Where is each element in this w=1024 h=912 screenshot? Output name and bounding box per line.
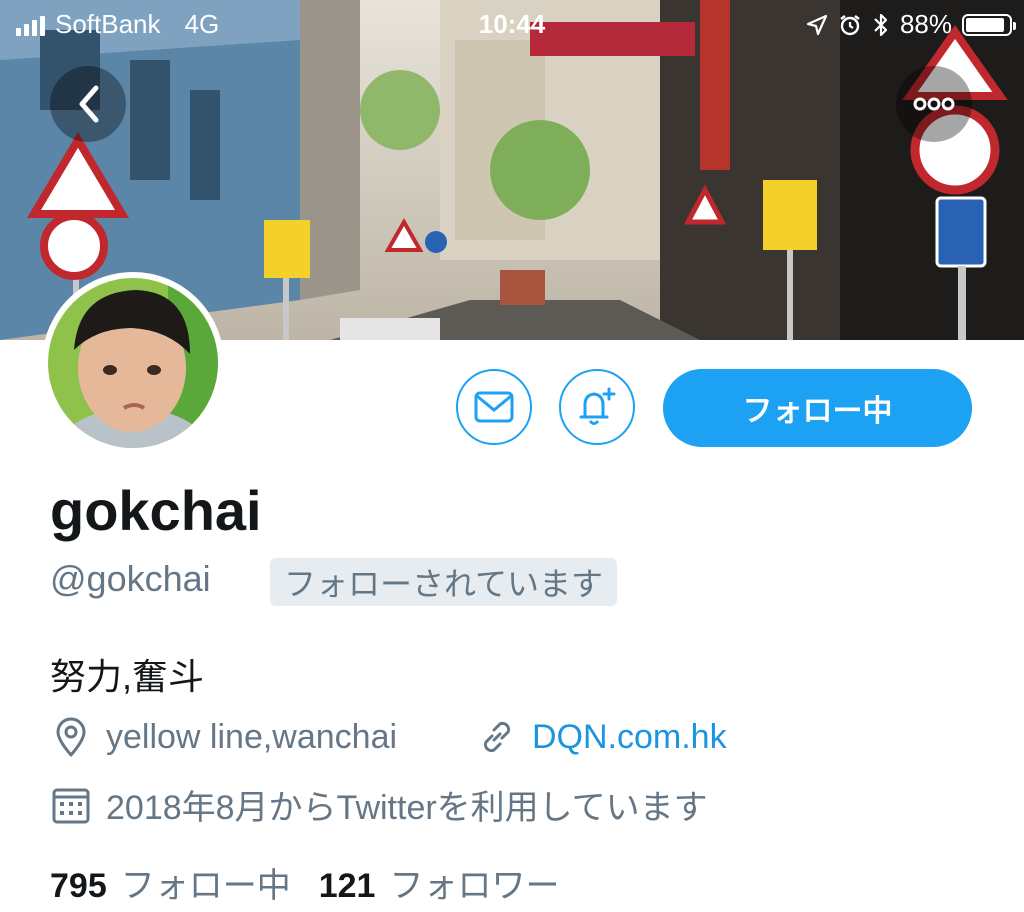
joined-row: 2018年8月からTwitterを利用しています <box>50 780 708 829</box>
location-arrow-icon <box>806 14 828 35</box>
joined-text: 2018年8月からTwitterを利用しています <box>106 789 708 827</box>
following-button[interactable]: フォロー中 <box>663 369 972 447</box>
message-icon <box>474 391 514 423</box>
notifications-button[interactable] <box>559 369 635 445</box>
location-icon <box>56 717 86 757</box>
calendar-icon <box>52 788 90 823</box>
message-button[interactable] <box>456 369 532 445</box>
website-link[interactable]: DQN.com.hk <box>532 718 727 757</box>
followers-label[interactable]: フォロワー <box>389 858 559 907</box>
battery-percent: 88% <box>899 9 952 39</box>
notification-add-icon <box>579 387 616 425</box>
link-icon <box>483 721 511 753</box>
alarm-icon <box>840 14 860 35</box>
username: @gokchai <box>50 558 211 599</box>
bluetooth-icon <box>874 13 888 36</box>
status-bar: SoftBank 4G 10:44 88% <box>0 0 1024 52</box>
avatar-photo <box>48 278 218 448</box>
bio: 努力,奮斗 <box>50 656 205 697</box>
location-text: yellow line,wanchai <box>106 717 398 756</box>
avatar[interactable] <box>42 272 224 454</box>
following-count[interactable]: 795 <box>50 867 107 906</box>
battery-icon <box>962 13 1016 36</box>
more-icon <box>913 97 955 111</box>
status-right: 88% <box>806 9 1016 40</box>
display-name: gokchai <box>50 479 262 542</box>
location-row: yellow line,wanchai <box>50 716 397 758</box>
followers-count[interactable]: 121 <box>319 867 376 906</box>
follow-counts: 795 フォロー中 121 フォロワー <box>50 858 587 907</box>
more-button[interactable] <box>896 66 972 142</box>
back-button[interactable] <box>50 66 126 142</box>
follows-you-badge: フォローされています <box>270 558 618 606</box>
website-row[interactable]: DQN.com.hk <box>476 716 727 758</box>
following-label[interactable]: フォロー中 <box>121 858 291 907</box>
back-icon <box>79 85 99 123</box>
